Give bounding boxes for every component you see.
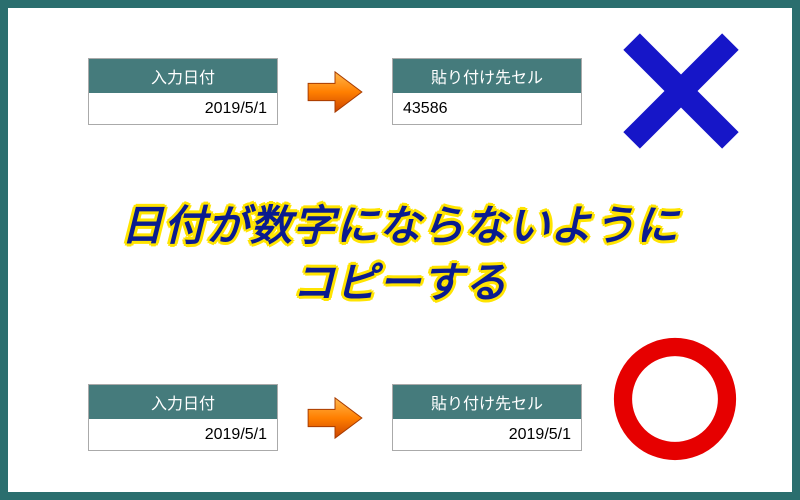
source-value: 2019/5/1 bbox=[89, 420, 277, 450]
target-cell-group: 貼り付け先セル 43586 bbox=[392, 58, 582, 125]
source-cell-group: 入力日付 2019/5/1 bbox=[88, 58, 278, 125]
example-row-correct: 入力日付 2019/5/1 貼り付け先セル 2019/5/1 bbox=[88, 384, 582, 451]
source-cell-group: 入力日付 2019/5/1 bbox=[88, 384, 278, 451]
target-header: 貼り付け先セル bbox=[393, 59, 581, 94]
source-value: 2019/5/1 bbox=[89, 94, 277, 124]
example-row-wrong: 入力日付 2019/5/1 貼り付け先セル 43586 bbox=[88, 58, 582, 125]
target-value: 43586 bbox=[393, 94, 581, 124]
source-header: 入力日付 bbox=[89, 385, 277, 420]
target-header: 貼り付け先セル bbox=[393, 385, 581, 420]
main-heading-line2: コピーする bbox=[8, 255, 792, 312]
target-value: 2019/5/1 bbox=[393, 420, 581, 450]
cross-icon bbox=[616, 26, 746, 156]
target-cell-group: 貼り付け先セル 2019/5/1 bbox=[392, 384, 582, 451]
circle-icon bbox=[610, 334, 740, 464]
arrow-icon bbox=[306, 394, 364, 442]
main-heading: 日付が数字にならないように コピーする bbox=[8, 198, 792, 311]
main-heading-line1: 日付が数字にならないように bbox=[8, 198, 792, 255]
arrow-icon bbox=[306, 68, 364, 116]
source-header: 入力日付 bbox=[89, 59, 277, 94]
